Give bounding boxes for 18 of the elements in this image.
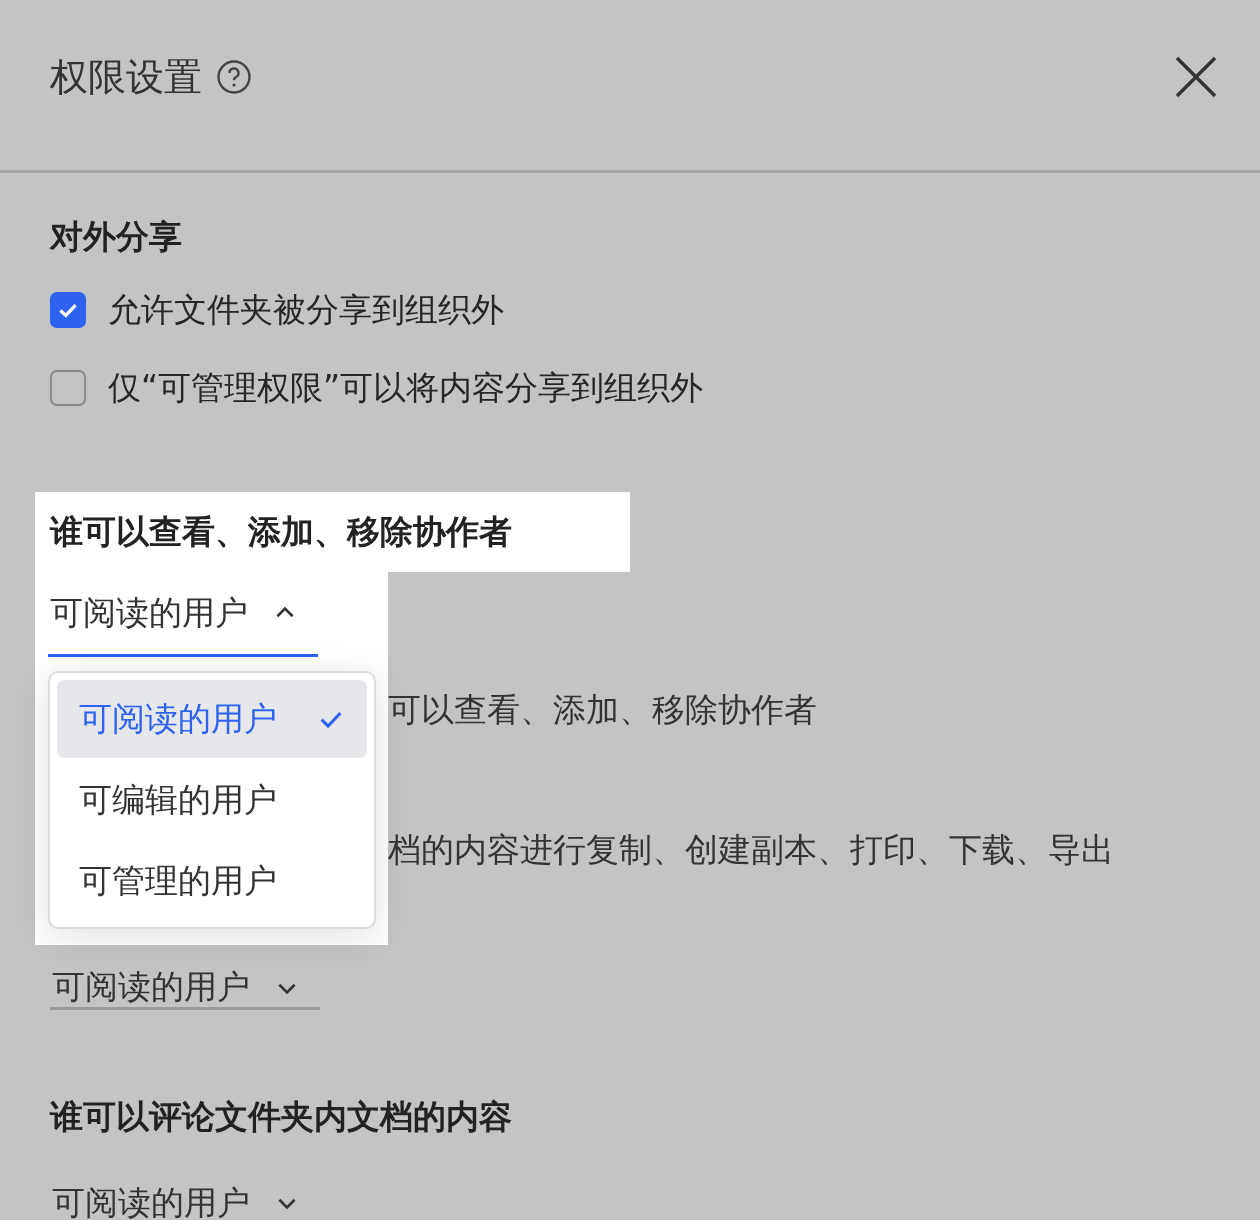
menu-item[interactable]: 可编辑的用户: [57, 761, 367, 839]
section-title: 对外分享: [50, 216, 183, 258]
checkbox-label: 允许文件夹被分享到组织外: [108, 288, 504, 331]
close-icon[interactable]: [1174, 55, 1218, 99]
checkbox-label: 仅“可管理权限”可以将内容分享到组织外: [108, 366, 704, 409]
checkbox[interactable]: [50, 292, 86, 328]
section-title: 谁可以查看、添加、移除协作者: [35, 492, 630, 572]
checkbox[interactable]: [50, 370, 86, 406]
menu-item[interactable]: 可管理的用户: [57, 842, 367, 920]
menu-item[interactable]: 可阅读的用户: [57, 680, 367, 758]
permission-dropdown[interactable]: 可阅读的用户: [50, 1179, 320, 1220]
section-title: 谁可以评论文件夹内文档的内容: [50, 1096, 513, 1138]
dialog-title: 权限设置: [50, 53, 202, 101]
permission-dropdown[interactable]: 可阅读的用户: [50, 968, 320, 1010]
permission-dropdown[interactable]: 可阅读的用户: [48, 572, 318, 657]
description-text: 可以查看、添加、移除协作者: [388, 689, 818, 731]
description-text: 档的内容进行复制、创建副本、打印、下载、导出: [388, 829, 1114, 871]
help-icon[interactable]: [216, 59, 252, 95]
